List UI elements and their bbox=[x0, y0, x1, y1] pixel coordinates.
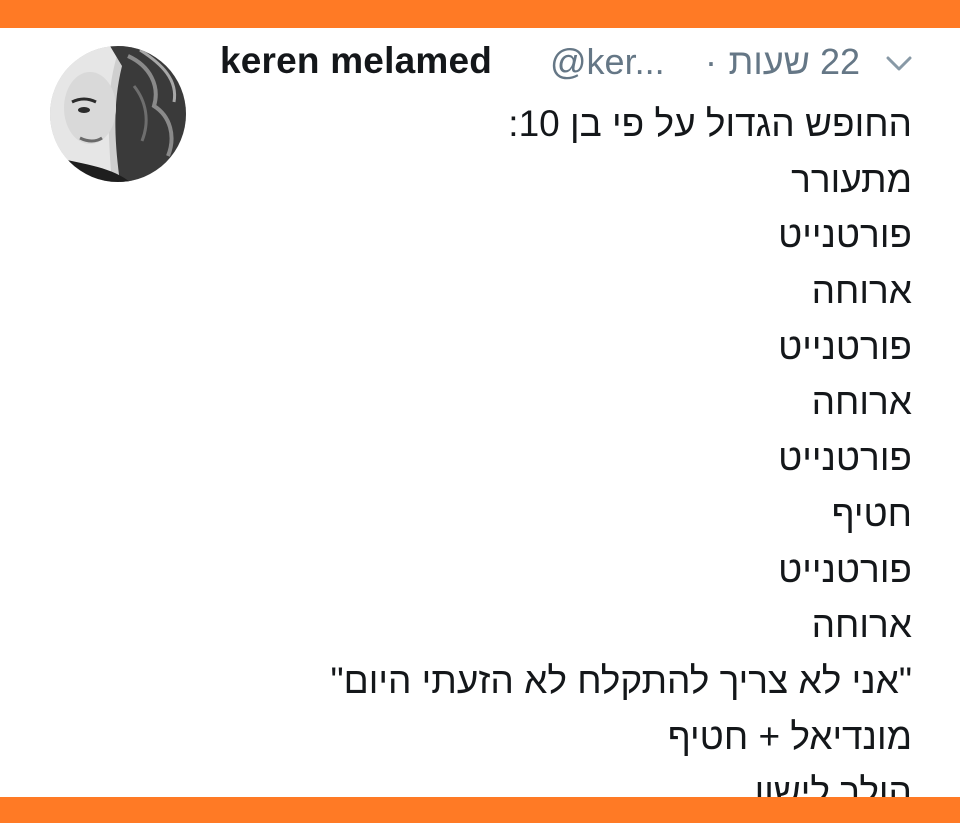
bottom-accent-bar bbox=[0, 797, 960, 823]
tweet-header: keren melamed @ker... · 22 שעות bbox=[220, 38, 920, 86]
tweet-line: פורטנייט bbox=[778, 548, 912, 590]
tweet-text: החופש הגדול על פי בן 10: מתעורר פורטנייט… bbox=[220, 96, 913, 820]
tweet-line: החופש הגדול על פי בן 10: bbox=[508, 103, 912, 144]
tweet-line: ארוחה bbox=[811, 604, 912, 646]
tweet-line: פורטנייט bbox=[778, 437, 912, 479]
tweet-line: ארוחה bbox=[811, 270, 912, 312]
tweet-line: חטיף bbox=[831, 492, 912, 534]
tweet-line: מתעורר bbox=[791, 158, 912, 200]
avatar[interactable] bbox=[50, 46, 186, 182]
author-handle[interactable]: @ker... bbox=[550, 41, 665, 83]
tweet-line: פורטנייט bbox=[778, 214, 912, 256]
top-accent-bar bbox=[0, 0, 960, 28]
author-name[interactable]: keren melamed bbox=[220, 40, 492, 82]
tweet-timestamp[interactable]: 22 שעות bbox=[718, 41, 860, 83]
tweet-line: ארוחה bbox=[811, 381, 912, 423]
tweet-line: מונדיאל + חטיף bbox=[667, 715, 912, 757]
tweet-line: פורטנייט bbox=[778, 325, 912, 367]
tweet-card: keren melamed @ker... · 22 שעות החופש הג… bbox=[0, 28, 960, 812]
avatar-photo bbox=[50, 46, 186, 182]
tweet-line: "אני לא צריך להתקלח לא הזעתי היום" bbox=[330, 659, 913, 701]
separator-dot: · bbox=[705, 41, 717, 82]
chevron-down-icon[interactable] bbox=[884, 52, 914, 76]
